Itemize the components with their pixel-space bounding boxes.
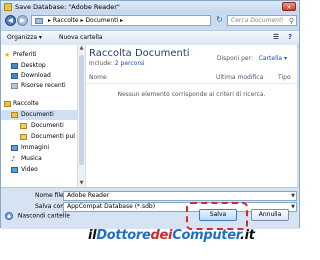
sidebar-item-libraries[interactable]: Raccolte [1,99,85,109]
sidebar-item-label: Risorse recenti [21,82,66,89]
music-icon: ♪ [11,155,16,163]
window-title: Save Database: "Adobe Reader" [15,3,120,11]
chevron-down-icon[interactable]: ▼ [291,192,295,200]
folder-icon [20,134,27,140]
scroll-up-icon[interactable]: ▲ [78,45,85,52]
savetype-value: AppCompat Database (*.sdb) [67,203,156,210]
sidebar-item-documents[interactable]: Documenti [1,110,85,120]
hide-folders-label: Nascondi cartelle [17,212,70,220]
watermark-part: Dottore [96,228,151,243]
search-placeholder: Cerca Documenti [231,17,283,24]
save-form: Nome file: Adobe Reader ▼ Salva come: Ap… [1,187,299,229]
sidebar-item-label: Musica [21,155,42,162]
filename-label: Nome file: [35,192,66,199]
chevron-up-icon: ▲ [5,212,13,220]
libraries-icon [4,101,11,107]
recent-icon [11,83,18,89]
includes-label: Include: [89,60,113,67]
sidebar-item-label: Raccolte [13,100,39,107]
sidebar-item-label: Video [21,166,38,173]
watermark-part: dei [150,228,173,243]
sidebar-item-label: Desktop [21,62,46,69]
search-icon: ⚲ [288,17,294,25]
sidebar-item-desktop[interactable]: Desktop [1,61,85,71]
filename-value: Adobe Reader [67,192,110,199]
sidebar-item-public-documents[interactable]: Documenti pul [1,132,85,142]
save-dialog: Save Database: "Adobe Reader" × ◀ ▶ ▸ Ra… [0,0,300,229]
sidebar-item-video[interactable]: Video [1,165,85,175]
folder-icon [20,123,27,129]
cancel-button[interactable]: Annulla [251,209,289,221]
navigation-pane: ★ Preferiti Desktop Download Risorse rec… [1,45,86,187]
sort-dropdown[interactable]: Cartella ▾ [259,55,287,62]
scroll-thumb[interactable] [79,55,84,165]
library-title: Raccolta Documenti [89,48,190,59]
sidebar-item-label: Documenti [31,122,64,129]
includes-link[interactable]: 2 percorsi [115,60,145,67]
column-header-name[interactable]: Nome [89,74,107,81]
library-includes: Include: 2 percorsi [89,60,145,67]
watermark-part: Computer [172,228,240,243]
file-list-pane: Raccolta Documenti Include: 2 percorsi D… [86,45,297,187]
sidebar-item-favorites[interactable]: ★ Preferiti [1,50,85,60]
sidebar-item-recent[interactable]: Risorse recenti [1,81,85,91]
star-icon: ★ [4,51,11,59]
chevron-down-icon[interactable]: ▼ [291,203,295,211]
filename-field[interactable]: Adobe Reader ▼ [63,191,297,201]
sidebar-scrollbar[interactable]: ▲ ▼ [77,45,85,187]
sort-label: Disponi per: [216,55,253,62]
download-icon [11,73,18,79]
sidebar-item-label: Immagini [21,144,50,151]
app-icon [4,3,12,11]
sidebar-item-pictures[interactable]: Immagini [1,143,85,153]
title-bar[interactable]: Save Database: "Adobe Reader" × [1,1,299,13]
watermark-part: .it [240,228,255,243]
command-bar: Organizza ▾ Nuova cartella ☰ ? [1,30,299,46]
sidebar-item-label: Download [21,72,51,79]
scroll-down-icon[interactable]: ▼ [78,180,85,187]
library-icon [35,18,43,24]
view-options-icon[interactable]: ☰ [271,33,281,42]
pictures-icon [11,145,18,151]
address-bar[interactable]: ▸ Raccolte ▸ Documenti ▸ [31,15,211,26]
refresh-icon[interactable]: ↻ [214,15,225,26]
navigation-bar: ◀ ▶ ▸ Raccolte ▸ Documenti ▸ ↻ Cerca Doc… [1,13,299,29]
search-input[interactable]: Cerca Documenti ⚲ [227,15,297,26]
sidebar-item-label: Preferiti [13,51,37,58]
new-folder-button[interactable]: Nuova cartella [59,34,103,41]
empty-message: Nessun elemento corrisponde ai criteri d… [117,91,266,98]
column-header-type[interactable]: Tipo [278,74,291,81]
forward-button[interactable]: ▶ [17,15,28,26]
help-icon[interactable]: ? [285,33,295,42]
hide-folders-toggle[interactable]: ▲ Nascondi cartelle [5,212,70,220]
sidebar-item-label: Documenti pul [31,133,75,140]
sidebar-item-label: Documenti [21,111,54,118]
desktop-icon [11,63,18,69]
save-button[interactable]: Salva [199,209,237,221]
watermark-logo: ilDottoredeiComputer.it [88,228,255,243]
sidebar-item-documents-folder[interactable]: Documenti [1,121,85,131]
close-button[interactable]: × [282,2,296,11]
organize-menu[interactable]: Organizza ▾ [7,34,42,41]
video-icon [11,167,18,173]
documents-icon [11,112,18,118]
column-header-modified[interactable]: Ultima modifica [216,74,263,81]
sidebar-item-music[interactable]: ♪ Musica [1,154,85,164]
back-button[interactable]: ◀ [5,15,16,26]
sidebar-item-download[interactable]: Download [1,71,85,81]
column-header-row: Nome Ultima modifica Tipo [86,72,297,84]
address-path: ▸ Raccolte ▸ Documenti ▸ [48,17,124,24]
